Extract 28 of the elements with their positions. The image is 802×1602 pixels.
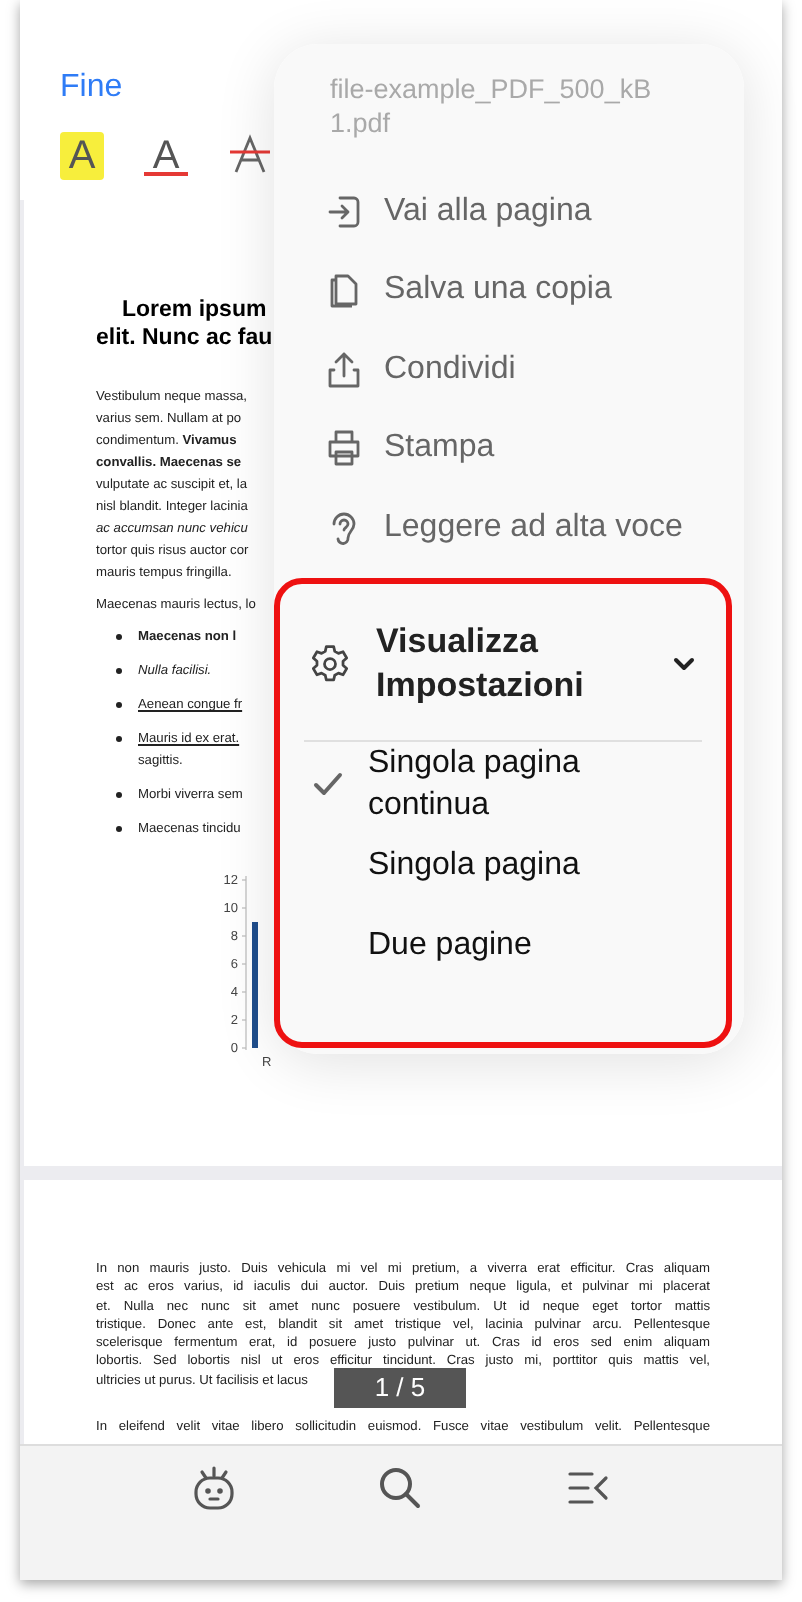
menu-item[interactable]: Vai alla pagina: [274, 172, 744, 251]
menu-item[interactable]: Condividi: [274, 330, 744, 409]
checkmark-icon: [312, 767, 344, 799]
bullet-icon: [116, 702, 122, 708]
share-icon: [324, 349, 364, 390]
chart-bar: [252, 922, 258, 1048]
bullet-icon: [116, 668, 122, 674]
bullet-icon: [116, 792, 122, 798]
underline-tool[interactable]: A: [144, 132, 188, 176]
view-option[interactable]: Singola pagina continua: [280, 741, 726, 825]
bullet-icon: [116, 736, 122, 742]
bullet-icon: [116, 634, 122, 640]
menu-item[interactable]: Salva una copia: [274, 251, 744, 330]
settings-icon: [308, 641, 352, 685]
done-button[interactable]: Fine: [60, 70, 123, 106]
settings-header[interactable]: Visualizza Impostazioni: [280, 583, 726, 739]
page-indicator: 1 / 5: [334, 1368, 466, 1408]
heading-text: Lorem ipsum: [120, 296, 269, 324]
highlight-tool[interactable]: A: [60, 132, 104, 180]
enter-icon: [324, 191, 364, 232]
heading-text: elit. Nunc ac fau: [96, 324, 275, 352]
printer-icon: [324, 428, 364, 469]
menu-item[interactable]: Stampa: [274, 409, 744, 488]
view-option[interactable]: Singola pagina: [280, 825, 726, 905]
menu-item[interactable]: Leggere ad alta voce: [274, 488, 744, 567]
view-option[interactable]: Due pagine: [280, 905, 726, 985]
bullet-icon: [116, 826, 122, 832]
file-name: file-example_PDF_500_kB 1.pdf: [330, 72, 654, 140]
